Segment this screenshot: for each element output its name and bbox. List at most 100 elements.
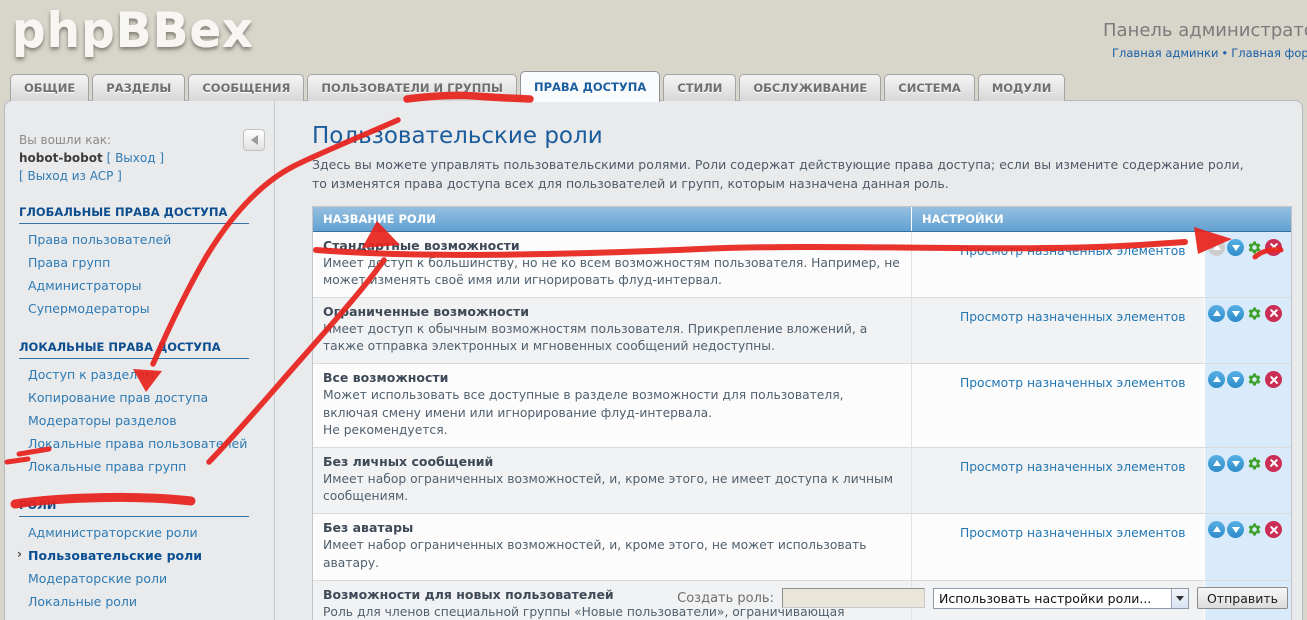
sidebar-item[interactable]: Администраторы	[19, 274, 274, 297]
column-header-role-name: НАЗВАНИЕ РОЛИ	[313, 207, 911, 231]
view-assigned-items-link[interactable]: Просмотр назначенных элементов	[960, 526, 1186, 540]
tab-модули[interactable]: МОДУЛИ	[978, 74, 1066, 101]
page-title: Пользовательские роли	[312, 123, 1290, 149]
settings-gear-icon[interactable]	[1246, 239, 1263, 256]
page-description: Здесь вы можете управлять пользовательск…	[312, 156, 1257, 194]
nav-section-heading: ЛОКАЛЬНЫЕ ПРАВА ДОСТУПА	[19, 340, 249, 359]
sidebar-item[interactable]: Локальные права пользователей	[19, 432, 274, 455]
username: hobot-bobot	[19, 151, 103, 165]
link-admin-index[interactable]: Главная админки	[1112, 46, 1218, 60]
role-row: Без аватары Имеет набор ограниченных возм…	[313, 513, 1291, 579]
create-role-label: Создать роль:	[677, 591, 774, 606]
sidebar-item[interactable]: Модераторские роли	[19, 567, 274, 590]
sidebar-item[interactable]: Супермодераторы	[19, 297, 274, 320]
settings-cell: Просмотр назначенных элементов	[911, 514, 1204, 579]
actions-cell	[1204, 232, 1291, 297]
sidebar-item[interactable]: Копирование прав доступа	[19, 386, 274, 409]
role-name: Без личных сообщений	[323, 454, 901, 469]
role-name-cell: Ограниченные возможностиИмеет доступ к о…	[313, 298, 911, 363]
role-name-cell: Без аватары Имеет набор ограниченных возм…	[313, 514, 911, 579]
nav-section: ГЛОБАЛЬНЫЕ ПРАВА ДОСТУПА Права пользовате…	[19, 205, 274, 320]
sidebar-item[interactable]: Права групп	[19, 251, 274, 274]
role-row: Стандартные возможностиИмеет доступ к бо…	[313, 232, 1291, 297]
create-role-input[interactable]	[782, 588, 925, 608]
role-name: Без аватары	[323, 520, 901, 535]
view-assigned-items-link[interactable]: Просмотр назначенных элементов	[960, 460, 1186, 474]
logout-acp-link[interactable]: [ Выход из ACP ]	[19, 169, 122, 183]
move-down-icon[interactable]	[1227, 371, 1244, 388]
nav-section-heading: ГЛОБАЛЬНЫЕ ПРАВА ДОСТУПА	[19, 205, 249, 224]
tab-сообщения[interactable]: СООБЩЕНИЯ	[188, 74, 304, 101]
tab-пользователи-и-группы[interactable]: ПОЛЬЗОВАТЕЛИ И ГРУППЫ	[307, 74, 517, 101]
role-description: Имеет доступ к большинству, но не ко все…	[323, 255, 901, 289]
move-up-icon[interactable]	[1208, 305, 1225, 322]
settings-gear-icon	[1247, 456, 1262, 471]
sidebar-item-active[interactable]: Пользовательские роли	[19, 544, 274, 567]
move-up-icon[interactable]	[1208, 455, 1225, 472]
tab-стили[interactable]: СТИЛИ	[663, 74, 736, 101]
table-body: Стандартные возможностиИмеет доступ к бо…	[313, 232, 1291, 620]
delete-icon[interactable]	[1265, 305, 1282, 322]
actions-cell	[1204, 364, 1291, 447]
collapse-sidebar-icon	[251, 135, 258, 145]
chevron-down-icon[interactable]	[1171, 589, 1188, 608]
nav-section: ЛОКАЛЬНЫЕ ПРАВА ДОСТУПА Доступ к разделам…	[19, 340, 274, 478]
tab-система[interactable]: СИСТЕМА	[884, 74, 975, 101]
sidebar-item[interactable]: Локальные права групп	[19, 455, 274, 478]
settings-gear-icon[interactable]	[1246, 455, 1263, 472]
delete-icon[interactable]	[1265, 521, 1282, 538]
move-up-icon	[1208, 239, 1225, 256]
tab-bar: ОБЩИЕРАЗДЕЛЫСООБЩЕНИЯПОЛЬЗОВАТЕЛИ И ГРУП…	[10, 68, 1065, 101]
view-assigned-items-link[interactable]: Просмотр назначенных элементов	[960, 376, 1186, 390]
settings-gear-icon	[1247, 372, 1262, 387]
delete-icon[interactable]	[1265, 371, 1282, 388]
tab-разделы[interactable]: РАЗДЕЛЫ	[92, 74, 185, 101]
sidebar-item[interactable]: Модераторы разделов	[19, 409, 274, 432]
collapse-sidebar-button[interactable]	[243, 129, 265, 151]
nav-section-heading: РОЛИ	[19, 498, 249, 517]
view-assigned-items-link[interactable]: Просмотр назначенных элементов	[960, 310, 1186, 324]
settings-cell: Просмотр назначенных элементов	[911, 298, 1204, 363]
settings-gear-icon[interactable]	[1246, 305, 1263, 322]
role-note: Не рекомендуется.	[323, 422, 901, 439]
move-down-icon[interactable]	[1227, 455, 1244, 472]
settings-gear-icon[interactable]	[1246, 521, 1263, 538]
settings-gear-icon[interactable]	[1246, 371, 1263, 388]
delete-icon[interactable]	[1265, 455, 1282, 472]
link-separator: •	[1221, 46, 1228, 60]
move-down-icon[interactable]	[1227, 521, 1244, 538]
move-up-icon[interactable]	[1208, 371, 1225, 388]
settings-cell: Просмотр назначенных элементов	[911, 364, 1204, 447]
roles-table: НАЗВАНИЕ РОЛИ НАСТРОЙКИ Стандартные возм…	[312, 206, 1292, 620]
admin-panel-header: Панель администратора Главная админки•Гл…	[1103, 20, 1307, 60]
content-panel: Вы вошли как: hobot-bobot [ Выход ] [ Вы…	[4, 100, 1303, 620]
actions-cell	[1204, 298, 1291, 363]
link-forum-index[interactable]: Главная форума	[1231, 46, 1307, 60]
role-name-cell: Стандартные возможностиИмеет доступ к бо…	[313, 232, 911, 297]
submit-button[interactable]: Отправить	[1197, 587, 1288, 609]
sidebar-item[interactable]: Локальные роли	[19, 590, 274, 613]
phpbbex-logo: phpBBex	[12, 4, 254, 59]
role-description: Может использовать все доступные в разде…	[323, 387, 901, 421]
logout-link[interactable]: [ Выход ]	[107, 151, 164, 165]
role-description: Имеет набор ограниченных возможностей, и…	[323, 537, 901, 571]
move-up-icon[interactable]	[1208, 521, 1225, 538]
view-assigned-items-link[interactable]: Просмотр назначенных элементов	[960, 244, 1186, 258]
role-description: Имеет доступ к обычным возможностям поль…	[323, 321, 901, 355]
tab-общие[interactable]: ОБЩИЕ	[10, 74, 89, 101]
move-down-icon[interactable]	[1227, 239, 1244, 256]
tab-обслуживание[interactable]: ОБСЛУЖИВАНИЕ	[739, 74, 881, 101]
settings-gear-icon	[1247, 306, 1262, 321]
delete-icon[interactable]	[1265, 239, 1282, 256]
role-row: Ограниченные возможностиИмеет доступ к о…	[313, 297, 1291, 363]
sidebar-item[interactable]: Права пользователей	[19, 228, 274, 251]
role-settings-select[interactable]: Использовать настройки роли...	[933, 588, 1189, 609]
nav-items: Доступ к разделамКопирование прав доступ…	[19, 363, 274, 478]
actions-cell	[1204, 448, 1291, 513]
tab-active-права-доступа[interactable]: ПРАВА ДОСТУПА	[520, 71, 660, 102]
sidebar-item[interactable]: Доступ к разделам	[19, 363, 274, 386]
move-down-icon[interactable]	[1227, 305, 1244, 322]
role-settings-select-value: Использовать настройки роли...	[934, 589, 1171, 608]
sidebar-item[interactable]: Администраторские роли	[19, 521, 274, 544]
settings-gear-icon	[1247, 522, 1262, 537]
